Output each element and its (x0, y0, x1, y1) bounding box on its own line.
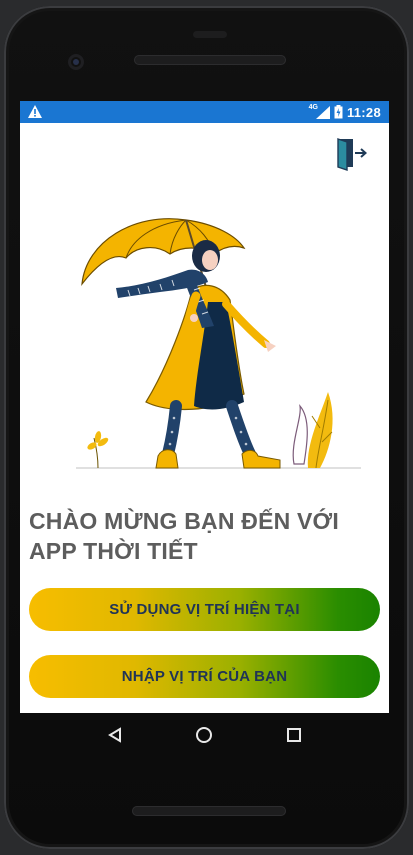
app-screen: 4G 11:28 CHÀO MỪNG BẠN ĐẾN VỚI APP THỜI … (20, 101, 389, 713)
front-camera (68, 54, 84, 70)
status-right-group: 4G 11:28 (309, 104, 381, 120)
recents-square-icon[interactable] (284, 725, 304, 745)
earpiece-notch (193, 31, 227, 38)
battery-icon (334, 105, 343, 119)
network-label: 4G (308, 103, 318, 111)
bottom-speaker (132, 806, 286, 816)
home-circle-icon[interactable] (194, 725, 214, 745)
plant-right (292, 392, 333, 469)
top-speaker (134, 55, 286, 65)
signal-icon (315, 105, 330, 119)
status-bar: 4G 11:28 (20, 101, 389, 123)
exit-door-icon[interactable] (335, 137, 369, 173)
small-plant-left (87, 431, 109, 469)
woman-with-umbrella-illustration (76, 218, 361, 469)
back-triangle-icon[interactable] (105, 725, 125, 745)
use-current-location-button[interactable]: SỬ DỤNG VỊ TRÍ HIỆN TẠI (29, 588, 380, 631)
warning-icon (28, 105, 42, 118)
status-time: 11:28 (346, 104, 381, 120)
welcome-line-1: CHÀO MỪNG BẠN ĐẾN VỚI (29, 508, 339, 534)
welcome-heading: CHÀO MỪNG BẠN ĐẾN VỚI APP THỜI TIẾT (29, 506, 369, 566)
enter-location-button[interactable]: NHẬP VỊ TRÍ CỦA BẠN (29, 655, 380, 698)
android-navigation-bar (20, 713, 389, 757)
welcome-line-2: APP THỜI TIẾT (29, 538, 198, 564)
